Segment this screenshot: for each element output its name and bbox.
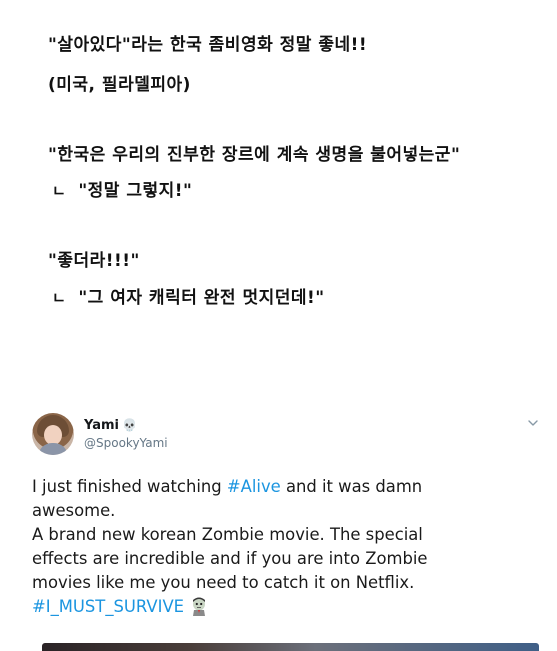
tweet-body: I just finished watching #Alive and it w… bbox=[32, 475, 537, 619]
skull-emoji-icon: 💀 bbox=[122, 418, 137, 432]
chevron-down-icon[interactable] bbox=[528, 419, 538, 427]
reply-marker: ㄴ bbox=[52, 182, 67, 200]
tweet-media-preview[interactable] bbox=[42, 643, 539, 651]
user-handle[interactable]: @SpookyYami bbox=[84, 436, 168, 450]
tweet-line-1: I just finished watching #Alive and it w… bbox=[32, 477, 423, 496]
reply-marker: ㄴ bbox=[52, 289, 67, 307]
comment-line-1: "살아있다"라는 한국 좀비영화 정말 좋네!! bbox=[48, 35, 368, 55]
tweet-line-2: awesome. bbox=[32, 501, 116, 520]
comment-line-4: "좋더라!!!" bbox=[48, 251, 140, 271]
tweet-line-4: effects are incredible and if you are in… bbox=[32, 549, 428, 568]
avatar[interactable] bbox=[32, 413, 74, 455]
user-display-name[interactable]: Yami 💀 bbox=[84, 418, 137, 433]
hashtag-link[interactable]: #I_MUST_SURVIVE bbox=[32, 597, 184, 616]
comment-line-3: "한국은 우리의 진부한 장르에 계속 생명을 불어넣는군" bbox=[48, 145, 461, 165]
tweet-card: Yami 💀 @SpookyYami I just finished watchi… bbox=[0, 405, 557, 651]
hashtag-link[interactable]: #Alive bbox=[227, 477, 281, 496]
tweet-line-6: #I_MUST_SURVIVE bbox=[32, 595, 537, 619]
tweet-line-5: movies like me you need to catch it on N… bbox=[32, 573, 415, 592]
tweet-line-3: A brand new korean Zombie movie. The spe… bbox=[32, 525, 423, 544]
comment-line-2: (미국, 필라델피아) bbox=[48, 75, 191, 95]
comment-reply-1: ㄴ "정말 그렇지!" bbox=[52, 181, 193, 201]
comment-reply-2: ㄴ "그 여자 캐릭터 완전 멋지던데!" bbox=[52, 288, 325, 308]
zombie-emoji-icon bbox=[193, 597, 206, 616]
